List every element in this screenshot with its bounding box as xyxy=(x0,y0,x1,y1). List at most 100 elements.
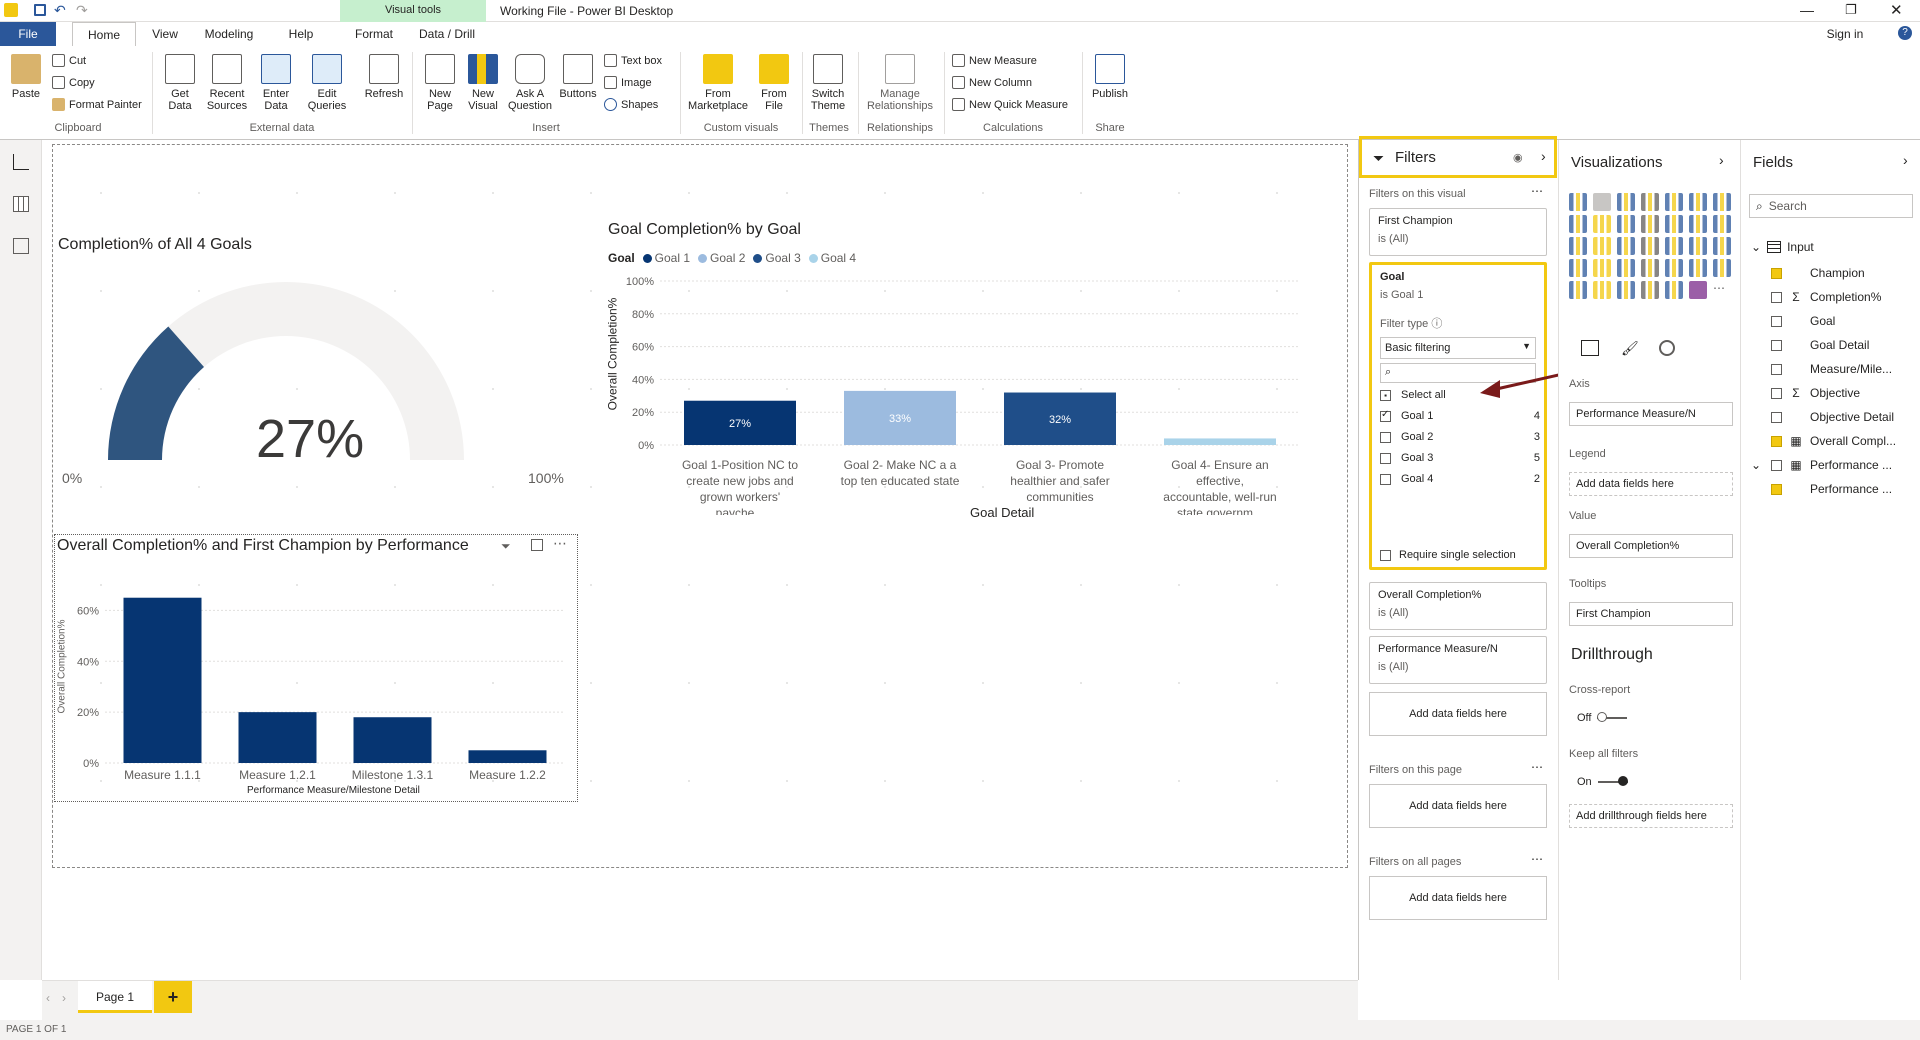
goal-chart-visual[interactable]: Goal Completion% by Goal Goal Goal 1 Goal… xyxy=(600,215,1320,520)
redo-icon[interactable]: ↷ xyxy=(76,2,88,19)
visual-type-icon[interactable] xyxy=(1689,193,1707,211)
visual-type-icon[interactable] xyxy=(1593,237,1611,255)
field-item[interactable]: Objective Detail xyxy=(1771,410,1894,424)
cut-button[interactable]: Cut xyxy=(52,54,86,67)
field-item[interactable]: Performance ... xyxy=(1771,482,1892,496)
ask-question-button[interactable]: Ask A Question xyxy=(506,54,554,112)
publish-button[interactable]: Publish xyxy=(1088,54,1132,100)
refresh-button[interactable]: Refresh xyxy=(362,54,406,100)
visual-type-icon[interactable] xyxy=(1593,193,1611,211)
recent-sources-button[interactable]: Recent Sources xyxy=(204,54,250,112)
visual-type-icon[interactable] xyxy=(1689,237,1707,255)
visual-type-icon[interactable] xyxy=(1641,215,1659,233)
analytics-icon[interactable] xyxy=(1659,340,1675,356)
enter-data-button[interactable]: Enter Data xyxy=(256,54,296,112)
sign-in-link[interactable]: Sign in xyxy=(1810,22,1880,46)
axis-field-well[interactable]: Performance Measure/N xyxy=(1569,402,1733,426)
visual-type-icon[interactable] xyxy=(1593,281,1611,299)
visual-type-icon[interactable] xyxy=(1641,281,1659,299)
visual-type-icon[interactable] xyxy=(1593,215,1611,233)
gauge-visual[interactable]: Completion% of All 4 Goals 27% 0% 100% xyxy=(56,230,576,490)
field-item[interactable]: Σ Objective xyxy=(1771,386,1860,400)
require-single-checkbox[interactable]: Require single selection xyxy=(1380,549,1516,561)
field-item[interactable]: Σ Completion% xyxy=(1771,290,1881,304)
next-page-icon[interactable]: › xyxy=(62,991,66,1005)
eye-icon[interactable]: ◉ xyxy=(1513,151,1523,164)
tab-modeling[interactable]: Modeling xyxy=(194,22,264,46)
visual-type-icon[interactable] xyxy=(1689,281,1707,299)
visual-type-icon[interactable] xyxy=(1569,215,1587,233)
perf-chart-visual[interactable]: Overall Completion% and First Champion b… xyxy=(54,534,578,802)
collapse-fields-icon[interactable]: › xyxy=(1903,152,1908,168)
switch-theme-button[interactable]: Switch Theme xyxy=(806,54,850,112)
collapse-viz-icon[interactable]: › xyxy=(1719,152,1724,168)
visual-type-icon[interactable] xyxy=(1689,215,1707,233)
cross-report-toggle[interactable]: Off xyxy=(1577,712,1628,724)
help-icon[interactable]: ? xyxy=(1898,26,1912,40)
more-icon[interactable]: ⋯ xyxy=(1531,852,1543,866)
visual-type-icon[interactable] xyxy=(1713,215,1731,233)
field-item[interactable]: ⌄ ▦ Performance ... xyxy=(1751,458,1892,472)
filter-card-overall[interactable]: Overall Completion% is (All) xyxy=(1369,582,1547,630)
from-file-button[interactable]: From File xyxy=(752,54,796,112)
filter-card-perf[interactable]: Performance Measure/N is (All) xyxy=(1369,636,1547,684)
data-view-icon[interactable] xyxy=(13,196,29,212)
prev-page-icon[interactable]: ‹ xyxy=(46,991,50,1005)
add-visual-filter-box[interactable]: Add data fields here xyxy=(1369,692,1547,736)
visual-type-icon[interactable] xyxy=(1641,237,1659,255)
new-column-button[interactable]: New Column xyxy=(952,76,1032,89)
field-item[interactable]: ▦ Overall Compl... xyxy=(1771,434,1896,448)
field-item[interactable]: Measure/Mile... xyxy=(1771,362,1892,376)
field-item[interactable]: Goal Detail xyxy=(1771,338,1869,352)
save-icon[interactable] xyxy=(34,4,46,16)
visual-type-icon[interactable] xyxy=(1665,193,1683,211)
shapes-button[interactable]: Shapes xyxy=(604,98,658,111)
legend-field-well[interactable]: Add data fields here xyxy=(1569,472,1733,496)
get-data-button[interactable]: Get Data xyxy=(160,54,200,112)
keep-filters-toggle[interactable]: On xyxy=(1577,776,1628,788)
tab-file[interactable]: File xyxy=(0,22,56,46)
visual-type-icon[interactable] xyxy=(1617,259,1635,277)
collapse-filters-icon[interactable]: › xyxy=(1541,148,1546,164)
fields-search-input[interactable]: ⌕ Search xyxy=(1749,194,1913,218)
visual-type-icon[interactable] xyxy=(1665,259,1683,277)
paint-roller-icon[interactable]: 🖌 xyxy=(1621,340,1639,357)
tab-home[interactable]: Home xyxy=(72,22,136,46)
filter-card-first-champion[interactable]: First Champion is (All) xyxy=(1369,208,1547,256)
more-visuals-icon[interactable]: ⋯ xyxy=(1713,281,1731,299)
new-page-button[interactable]: New Page xyxy=(418,54,462,112)
new-quick-measure-button[interactable]: New Quick Measure xyxy=(952,98,1068,111)
tab-help[interactable]: Help xyxy=(276,22,326,46)
filter-item[interactable]: Goal 2 3 xyxy=(1380,431,1540,443)
buttons-button[interactable]: Buttons xyxy=(556,54,600,100)
visual-type-icon[interactable] xyxy=(1665,215,1683,233)
visual-type-icon[interactable] xyxy=(1713,259,1731,277)
model-view-icon[interactable] xyxy=(13,238,29,254)
tab-view[interactable]: View xyxy=(140,22,190,46)
minimize-icon[interactable]: — xyxy=(1800,2,1814,18)
manage-relationships-button[interactable]: Manage Relationships xyxy=(862,54,938,112)
filter-card-goal[interactable]: Goal is Goal 1 Filter type ⓘ Basic filte… xyxy=(1369,262,1547,570)
report-view-icon[interactable] xyxy=(13,154,29,170)
visual-type-icon[interactable] xyxy=(1689,259,1707,277)
visual-type-icon[interactable] xyxy=(1713,193,1731,211)
visual-type-icon[interactable] xyxy=(1641,259,1659,277)
visual-type-icon[interactable] xyxy=(1617,215,1635,233)
format-painter-button[interactable]: Format Painter xyxy=(52,98,142,111)
visual-type-icon[interactable] xyxy=(1617,281,1635,299)
visual-type-icon[interactable] xyxy=(1665,237,1683,255)
text-box-button[interactable]: Text box xyxy=(604,54,662,67)
filter-item[interactable]: Goal 3 5 xyxy=(1380,452,1540,464)
page-tab-1[interactable]: Page 1 xyxy=(78,981,152,1013)
from-marketplace-button[interactable]: From Marketplace xyxy=(686,54,750,112)
filter-item[interactable]: Goal 1 4 xyxy=(1380,409,1540,422)
fields-well-icon[interactable] xyxy=(1581,340,1599,356)
add-page-button[interactable]: + xyxy=(154,981,192,1013)
add-page-filter-box[interactable]: Add data fields here xyxy=(1369,784,1547,828)
table-node[interactable]: ⌄ Input xyxy=(1751,240,1814,254)
visual-type-icon[interactable] xyxy=(1617,193,1635,211)
value-field-well[interactable]: Overall Completion% xyxy=(1569,534,1733,558)
new-visual-button[interactable]: New Visual xyxy=(462,54,504,112)
field-item[interactable]: Goal xyxy=(1771,314,1835,328)
new-measure-button[interactable]: New Measure xyxy=(952,54,1037,67)
